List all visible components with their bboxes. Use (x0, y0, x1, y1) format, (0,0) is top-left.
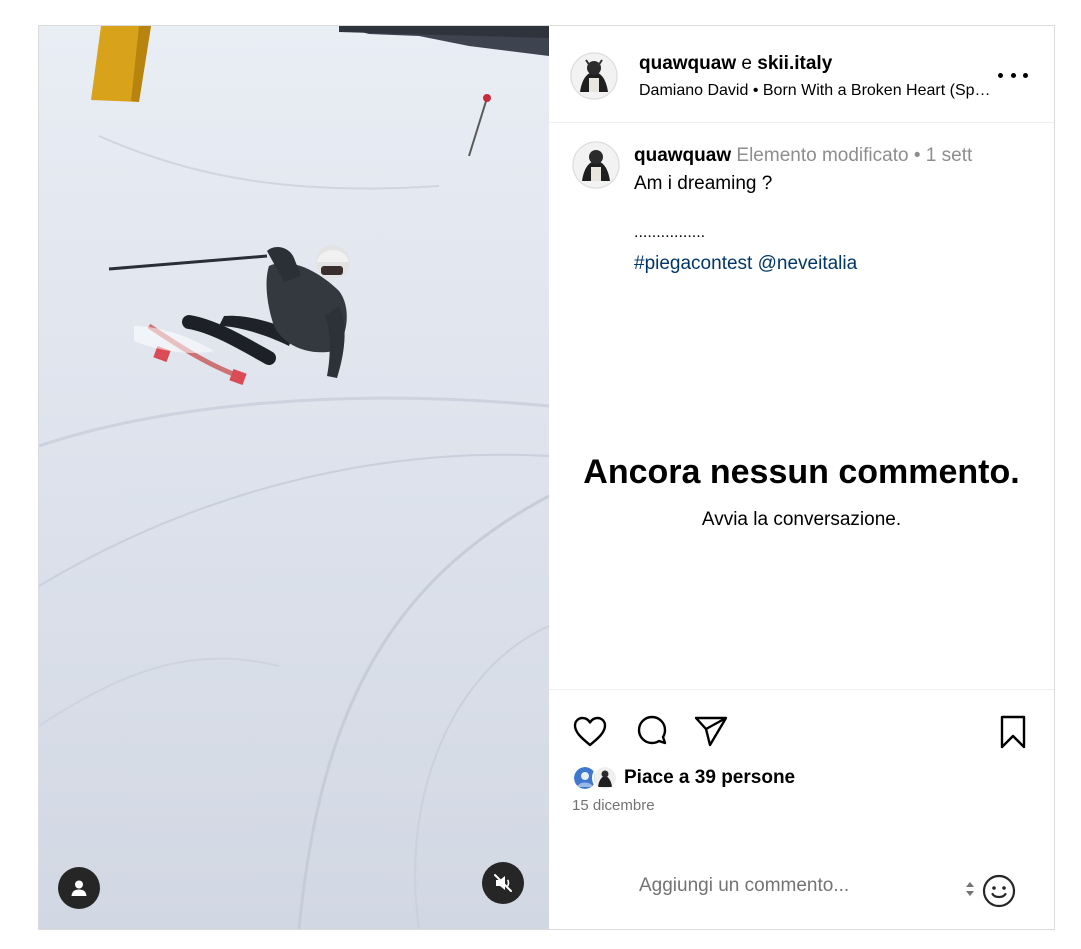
speaker-muted-icon (494, 874, 512, 892)
collaborator-username[interactable]: skii.italy (757, 53, 832, 74)
meta-separator: • (913, 145, 921, 166)
edited-label: Elemento modificato (736, 145, 909, 166)
likes-suffix: persone (721, 767, 796, 788)
likes-prefix: Piace a (624, 767, 690, 788)
smiley-icon[interactable] (981, 873, 1017, 909)
audio-track-link[interactable]: Damiano David • Born With a Broken Heart… (639, 82, 994, 100)
post-video[interactable] (39, 26, 549, 929)
likes-summary: Piace a 39 persone (572, 762, 795, 794)
likes-count-link[interactable]: Piace a 39 persone (624, 767, 795, 789)
header-authors: quawquaw e skii.italy (639, 53, 832, 75)
caption-username[interactable]: quawquaw (634, 145, 731, 166)
paper-plane-icon[interactable] (692, 713, 730, 751)
resize-arrows-icon (966, 882, 974, 896)
post-side-panel: quawquaw e skii.italy Damiano David • Bo… (549, 26, 1054, 929)
comment-bubble-icon[interactable] (633, 713, 671, 751)
hashtag-link[interactable]: #piegacontest (634, 253, 752, 274)
caption-tags: #piegacontest @neveitalia (634, 253, 857, 275)
author-connector: e (741, 53, 752, 74)
bookmark-icon[interactable] (994, 713, 1032, 751)
user-icon (71, 880, 87, 896)
no-comments-subtitle: Avvia la conversazione. (701, 509, 902, 530)
more-dot (1010, 72, 1016, 78)
caption-time[interactable]: 1 sett (926, 145, 972, 166)
user-tag-button[interactable] (58, 867, 100, 909)
author-username[interactable]: quawquaw (639, 53, 736, 74)
mute-button[interactable] (482, 862, 524, 904)
caption-dots: ................ (634, 224, 706, 241)
caption-meta: quawquaw Elemento modificato • 1 sett (634, 145, 972, 167)
caption-avatar[interactable] (572, 141, 620, 189)
caption-text: Am i dreaming ? (634, 173, 773, 194)
liker-avatar (592, 765, 618, 791)
author-avatar[interactable] (570, 52, 618, 100)
add-comment-bar (549, 865, 1054, 919)
caption-area: quawquaw Elemento modificato • 1 sett Am… (549, 123, 1054, 688)
ski-video-frame (39, 26, 549, 929)
no-comments-title: Ancora nessun commento. (583, 453, 1020, 491)
likes-count: 39 (694, 767, 716, 788)
more-options-button[interactable] (998, 64, 1028, 86)
comment-input[interactable] (639, 875, 939, 897)
post-container: quawquaw e skii.italy Damiano David • Bo… (38, 25, 1055, 930)
more-dot (1023, 72, 1028, 78)
post-date[interactable]: 15 dicembre (572, 797, 655, 814)
more-horizontal-icon (998, 72, 1003, 78)
post-header: quawquaw e skii.italy Damiano David • Bo… (549, 26, 1054, 123)
heart-icon[interactable] (571, 713, 609, 751)
mention-link[interactable]: @neveitalia (758, 253, 858, 274)
post-actions: Piace a 39 persone 15 dicembre (549, 689, 1054, 929)
